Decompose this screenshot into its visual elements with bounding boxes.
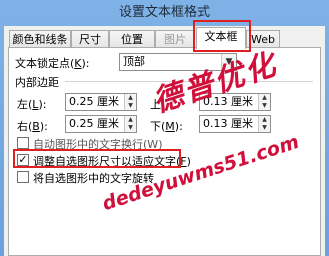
- tab-position[interactable]: 位置: [109, 30, 155, 48]
- window-title: 设置文本框格式: [118, 5, 210, 20]
- left-margin-input[interactable]: 0.25 厘米 ▲ ▼: [65, 93, 137, 111]
- bottom-margin-input[interactable]: 0.13 厘米 ▲ ▼: [199, 115, 271, 133]
- tab-size[interactable]: 尺寸: [71, 30, 109, 48]
- bottom-margin-stepper[interactable]: ▲ ▼: [258, 116, 270, 132]
- right-margin-input[interactable]: 0.25 厘米 ▲ ▼: [65, 115, 137, 133]
- dialog-window: 设置文本框格式 颜色和线条 尺寸 位置 图片 文本框 Web 文本锁定点(K):…: [0, 0, 329, 256]
- anchor-label: 文本锁定点(K):: [15, 57, 90, 70]
- left-margin-stepper[interactable]: ▲ ▼: [124, 94, 136, 110]
- margins-title: 内部边距: [15, 76, 59, 89]
- left-margin-label: 左(L):: [17, 98, 47, 111]
- right-margin-label: 右(B):: [17, 120, 48, 133]
- tab-colors-lines[interactable]: 颜色和线条: [9, 30, 71, 48]
- highlight-resize-option: [13, 149, 181, 168]
- rotate-text-checkbox[interactable]: [17, 171, 29, 183]
- tab-picture[interactable]: 图片: [155, 30, 195, 48]
- top-margin-stepper[interactable]: ▲ ▼: [258, 94, 270, 110]
- bottom-margin-label: 下(M):: [150, 120, 183, 133]
- right-margin-stepper[interactable]: ▲ ▼: [124, 116, 136, 132]
- wordwrap-checkbox[interactable]: [17, 137, 29, 149]
